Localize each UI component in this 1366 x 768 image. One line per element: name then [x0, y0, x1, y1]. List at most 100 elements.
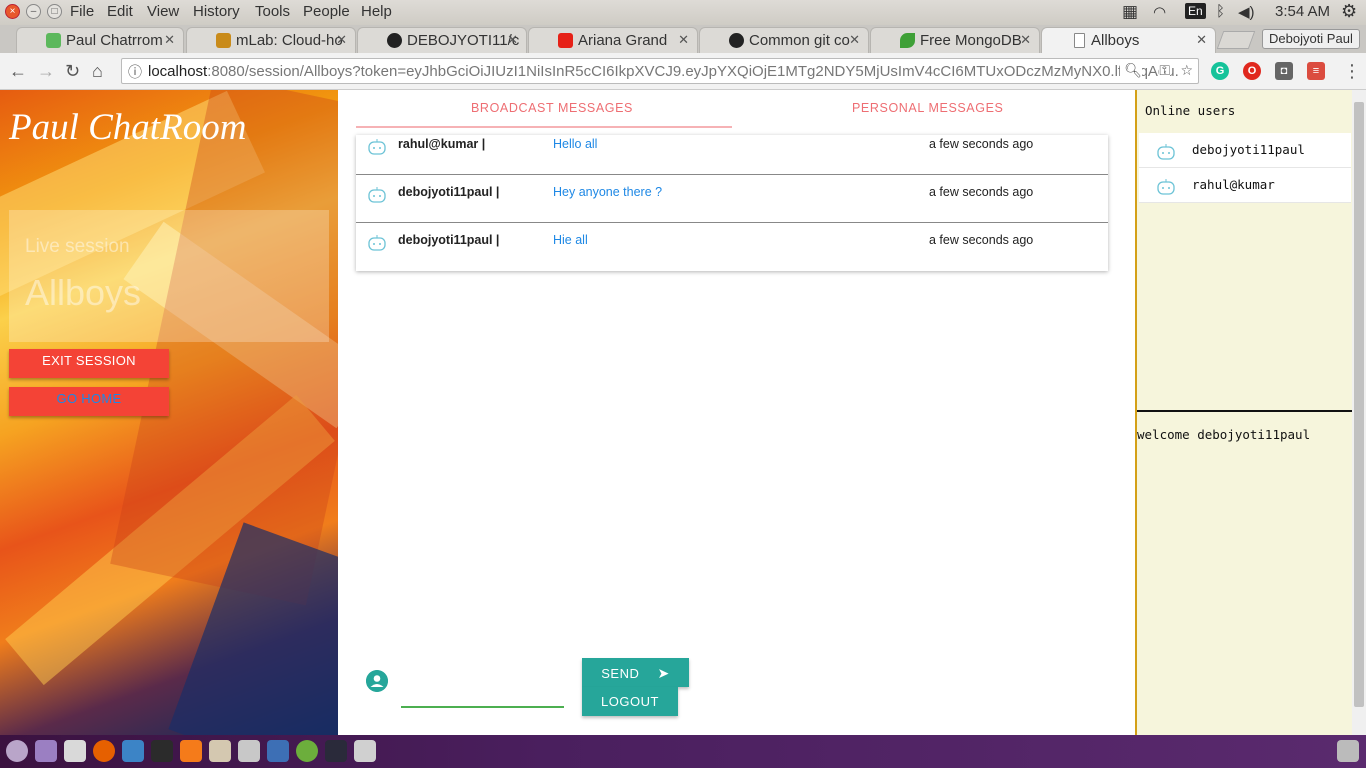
brand-title: Paul ChatRoom — [9, 107, 247, 148]
trash-icon[interactable] — [1337, 740, 1359, 762]
keyboard-lang-indicator[interactable]: En — [1185, 3, 1206, 19]
online-users-header: Online users — [1145, 103, 1236, 118]
chrome-icon[interactable] — [122, 740, 144, 762]
close-icon[interactable]: ✕ — [507, 32, 518, 48]
menu-tools[interactable]: Tools — [255, 3, 290, 20]
tab-allboys[interactable]: Allboys ✕ — [1041, 27, 1216, 53]
extension-icon[interactable]: ◘ — [1275, 62, 1293, 80]
tab-github-repo[interactable]: DEBOJYOTI11/c ✕ — [357, 27, 527, 53]
online-users-panel: Online users debojyoti11paul rahul@kumar… — [1137, 90, 1352, 735]
menu-view[interactable]: View — [147, 3, 179, 20]
close-icon[interactable]: ✕ — [849, 32, 860, 48]
close-icon[interactable]: ✕ — [1196, 32, 1207, 48]
tab-youtube[interactable]: Ariana Grand ✕ — [528, 27, 698, 53]
menu-history[interactable]: History — [193, 3, 240, 20]
menu-edit[interactable]: Edit — [107, 3, 133, 20]
launcher-icon[interactable] — [6, 740, 28, 762]
close-icon[interactable]: ✕ — [678, 32, 689, 48]
menu-file[interactable]: File — [70, 3, 94, 20]
message-list: rahul@kumar | Hello all a few seconds ag… — [356, 135, 1108, 271]
message-user: debojyoti11paul | — [398, 233, 500, 247]
menu-help[interactable]: Help — [361, 3, 392, 20]
window-minimize-button[interactable]: – — [26, 4, 41, 19]
terminal-icon[interactable] — [151, 740, 173, 762]
bot-avatar-icon — [368, 187, 386, 203]
github-icon — [729, 33, 744, 48]
github-icon — [387, 33, 402, 48]
online-user-item[interactable]: debojyoti11paul — [1139, 133, 1351, 168]
tab-broadcast-messages[interactable]: BROADCAST MESSAGES — [471, 101, 633, 115]
opera-icon[interactable]: O — [1243, 62, 1261, 80]
main-chat-panel: BROADCAST MESSAGES PERSONAL MESSAGES rah… — [338, 90, 1135, 735]
mlab-icon — [216, 33, 231, 48]
bluetooth-icon[interactable]: ᛒ — [1216, 3, 1225, 20]
clock[interactable]: 3:54 AM — [1275, 3, 1330, 20]
new-tab-button[interactable] — [1216, 31, 1256, 49]
app-icon[interactable] — [238, 740, 260, 762]
profile-button[interactable]: Debojyoti Paul — [1262, 29, 1360, 49]
window-icon[interactable] — [325, 740, 347, 762]
page-scrollbar[interactable] — [1352, 90, 1366, 735]
reload-icon[interactable]: ↻ — [65, 61, 80, 82]
tab-personal-messages[interactable]: PERSONAL MESSAGES — [852, 101, 1003, 115]
info-icon[interactable]: ⓘ — [128, 62, 142, 82]
address-bar[interactable]: ⓘ localhost:8080/session/Allboys?token=e… — [121, 58, 1199, 84]
zoom-icon[interactable]: 🔍︎ — [1120, 62, 1142, 79]
chrome-menu-icon[interactable]: ⋮ — [1343, 61, 1361, 82]
disk-icon[interactable] — [354, 740, 376, 762]
send-icon: ➤ — [657, 665, 670, 681]
tab-paul-chatroom[interactable]: Paul Chatrrom ✕ — [16, 27, 184, 53]
tab-title: Common git co — [749, 32, 850, 49]
logout-button[interactable]: LOGOUT — [582, 687, 678, 716]
panel-separator — [1137, 410, 1352, 412]
tab-title: Allboys — [1091, 32, 1140, 49]
files-icon[interactable] — [35, 740, 57, 762]
send-button[interactable]: SEND ➤ — [582, 658, 689, 687]
browser-toolbar: ← → ↻ ⌂ ⓘ localhost:8080/session/Allboys… — [0, 53, 1366, 90]
forward-arrow-icon[interactable]: → — [37, 61, 55, 82]
close-icon[interactable]: ✕ — [336, 32, 347, 48]
close-icon[interactable]: ✕ — [1020, 32, 1031, 48]
workspace-icon[interactable]: ▦ — [1122, 2, 1138, 22]
tab-title: Ariana Grand — [578, 32, 668, 49]
message-input[interactable] — [401, 678, 564, 708]
message-row: debojyoti11paul | Hey anyone there ? a f… — [356, 175, 1108, 223]
tab-mongodb[interactable]: Free MongoDB ✕ — [870, 27, 1040, 53]
exit-session-button[interactable]: EXIT SESSION — [9, 349, 169, 378]
volume-icon[interactable]: ◀) — [1238, 3, 1255, 21]
message-time: a few seconds ago — [929, 185, 1034, 199]
url-path: :8080/session/Allboys?token=eyJhbGciOiJI… — [207, 63, 1188, 80]
tab-mlab[interactable]: mLab: Cloud-ho ✕ — [186, 27, 356, 53]
grammarly-icon[interactable]: G — [1211, 62, 1229, 80]
tab-title: Paul Chatrrom — [66, 32, 163, 49]
key-icon[interactable]: ⚿ — [1159, 62, 1170, 79]
home-icon[interactable]: ⌂ — [92, 61, 103, 82]
window-close-button[interactable]: × — [5, 4, 20, 19]
online-user-item[interactable]: rahul@kumar — [1139, 168, 1351, 203]
bookmark-star-icon[interactable]: ☆ — [1180, 62, 1193, 79]
network-icon[interactable] — [296, 740, 318, 762]
left-sidebar: Paul ChatRoom Live session Allboys EXIT … — [0, 90, 338, 735]
scrollbar-thumb[interactable] — [1354, 102, 1364, 707]
settings-gear-icon[interactable]: ⚙ — [1341, 1, 1357, 22]
store-icon[interactable] — [209, 740, 231, 762]
back-arrow-icon[interactable]: ← — [9, 61, 27, 82]
go-home-button[interactable]: GO HOME — [9, 387, 169, 416]
tab-title: mLab: Cloud-ho — [236, 32, 343, 49]
editor-icon[interactable] — [267, 740, 289, 762]
message-time: a few seconds ago — [929, 137, 1034, 151]
wifi-icon[interactable]: ◠ — [1153, 3, 1166, 21]
archive-icon[interactable] — [64, 740, 86, 762]
todoist-icon[interactable]: ≡ — [1307, 62, 1325, 80]
sublime-icon[interactable] — [180, 740, 202, 762]
bot-avatar-icon — [368, 235, 386, 251]
menu-people[interactable]: People — [303, 3, 350, 20]
account-circle-icon — [366, 670, 388, 692]
close-icon[interactable]: ✕ — [164, 32, 175, 48]
firefox-icon[interactable] — [93, 740, 115, 762]
message-text: Hey anyone there ? — [553, 185, 663, 199]
session-name: Allboys — [25, 272, 142, 313]
tab-common-git[interactable]: Common git co ✕ — [699, 27, 869, 53]
message-user: rahul@kumar | — [398, 137, 486, 151]
window-maximize-button[interactable]: □ — [47, 4, 62, 19]
